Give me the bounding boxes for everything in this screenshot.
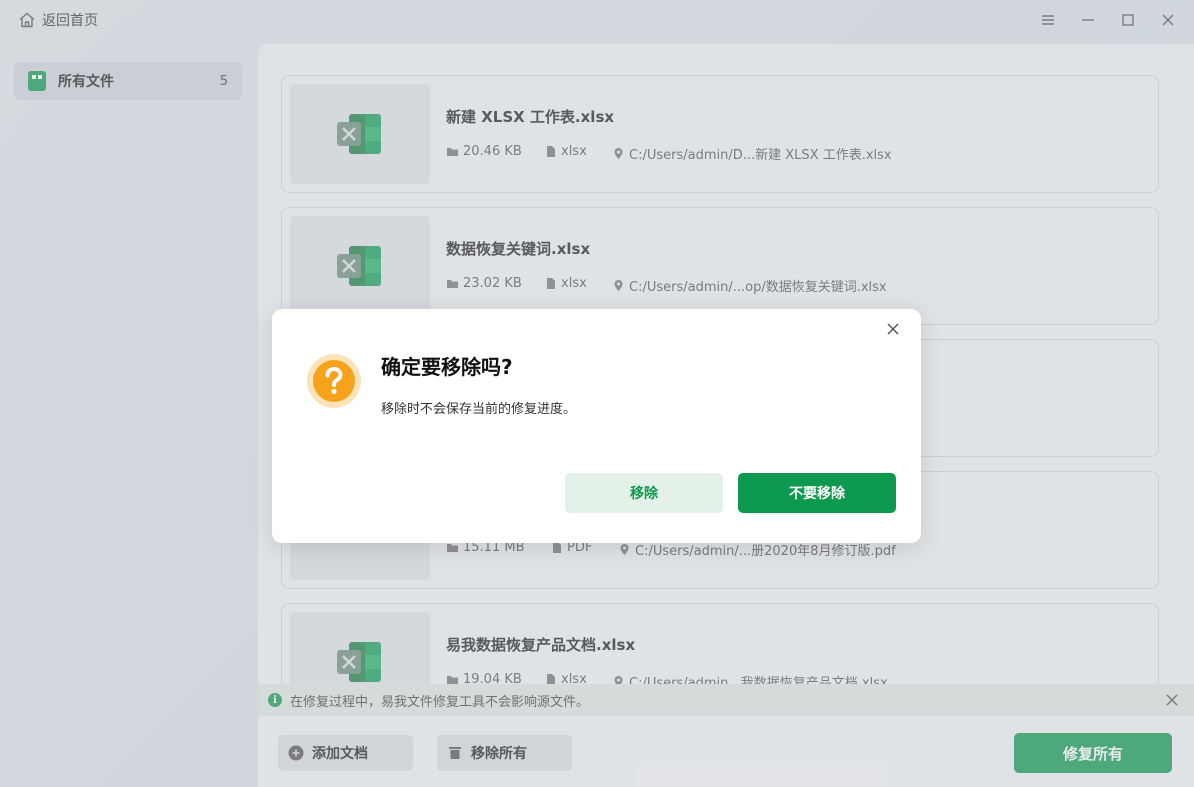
app-window: 返回首页 所有文件 5 新建 XLSX 工作表.xlsx 20.46 KB xl… bbox=[0, 0, 1194, 787]
dialog-close-icon[interactable] bbox=[885, 321, 901, 337]
question-icon bbox=[307, 354, 361, 408]
confirm-remove-dialog: 确定要移除吗? 移除时不会保存当前的修复进度。 移除 不要移除 bbox=[272, 309, 921, 543]
cancel-remove-button[interactable]: 不要移除 bbox=[738, 473, 896, 513]
confirm-remove-button[interactable]: 移除 bbox=[565, 473, 723, 513]
dialog-title: 确定要移除吗? bbox=[381, 355, 513, 379]
dialog-message: 移除时不会保存当前的修复进度。 bbox=[381, 402, 577, 417]
